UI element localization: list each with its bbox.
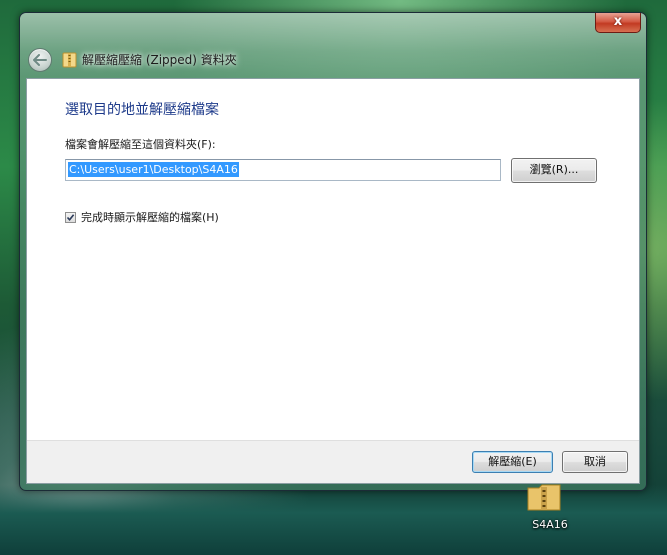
zip-folder-icon [527,484,561,511]
extract-button[interactable]: 解壓縮(E) [472,451,553,473]
dialog-content: 選取目的地並解壓縮檔案 檔案會解壓縮至這個資料夾(F): C:\Users\us… [26,78,640,484]
desktop-zip-icon[interactable]: S4A16 [522,482,578,542]
browse-button[interactable]: 瀏覽(R)... [511,158,597,183]
dialog-heading: 選取目的地並解壓縮檔案 [65,102,219,118]
close-button[interactable]: x [595,13,641,33]
dialog-footer: 解壓縮(E) 取消 [27,440,639,483]
checkmark-icon [66,213,75,221]
zip-folder-icon [62,52,77,68]
back-button[interactable] [28,48,52,72]
desktop-icon-label: S4A16 [532,518,568,531]
destination-path-value: C:\Users\user1\Desktop\S4A16 [68,162,239,177]
show-files-label: 完成時顯示解壓縮的檔案(H) [81,211,219,224]
show-files-checkbox[interactable] [65,211,76,223]
destination-label: 檔案會解壓縮至這個資料夾(F): [65,138,216,151]
cancel-button[interactable]: 取消 [562,451,628,473]
destination-path-input[interactable]: C:\Users\user1\Desktop\S4A16 [65,159,501,181]
back-arrow-icon [33,54,47,66]
show-files-option[interactable]: 完成時顯示解壓縮的檔案(H) [65,209,219,225]
window-title: 解壓縮壓縮 (Zipped) 資料夾 [82,53,237,67]
extract-dialog-window: x 解壓縮壓縮 (Zipped) 資料夾 選取目的地並解壓縮檔案 檔案會解壓縮至… [19,12,647,491]
